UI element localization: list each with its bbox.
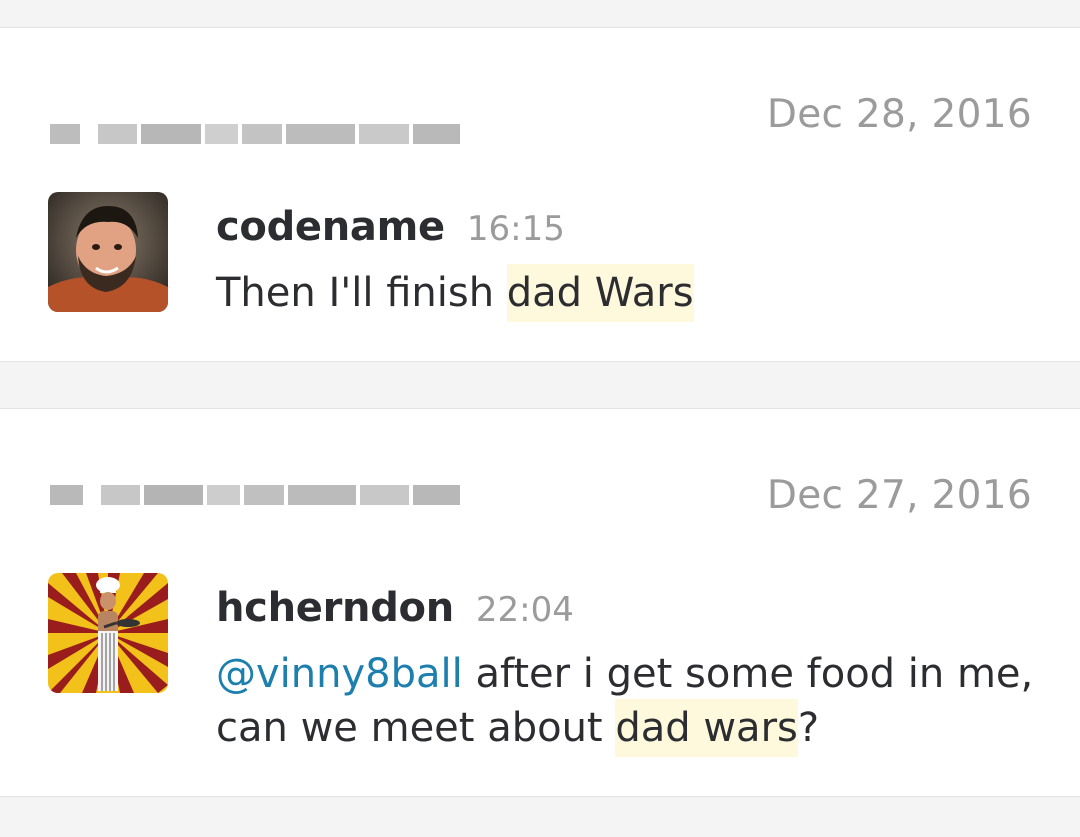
user-mention-link[interactable]: @vinny8ball: [216, 651, 463, 697]
message-author[interactable]: hcherndon 22:04: [216, 585, 574, 631]
search-result-card[interactable]: Dec 28, 2016 codename 16:15 Then I'll fin…: [0, 27, 1080, 362]
date-header: Dec 27, 2016: [766, 473, 1032, 518]
message-text-body: Then I'll finish: [216, 270, 507, 316]
message-author[interactable]: codename 16:15: [216, 204, 565, 250]
message-timestamp[interactable]: 16:15: [467, 209, 565, 249]
message-text-tail: ?: [797, 705, 820, 751]
author-name[interactable]: codename: [216, 204, 445, 250]
channel-name-redacted: [50, 471, 461, 519]
author-name[interactable]: hcherndon: [216, 585, 454, 631]
message-timestamp[interactable]: 22:04: [476, 590, 574, 630]
user-photo-avatar[interactable]: [48, 192, 168, 312]
message-text: Then I'll finish dad Wars: [216, 264, 1036, 322]
search-result-card[interactable]: Dec 27, 2016 hcherndon 22:04 @vinny8ball…: [0, 408, 1080, 797]
date-header: Dec 28, 2016: [766, 92, 1032, 137]
search-match-highlight: dad wars: [615, 699, 798, 757]
chef-sunburst-avatar[interactable]: [48, 573, 168, 693]
message-text: @vinny8ball after i get some food in me,…: [216, 647, 1036, 757]
channel-name-redacted: [50, 110, 460, 158]
search-match-highlight: dad Wars: [506, 264, 694, 322]
